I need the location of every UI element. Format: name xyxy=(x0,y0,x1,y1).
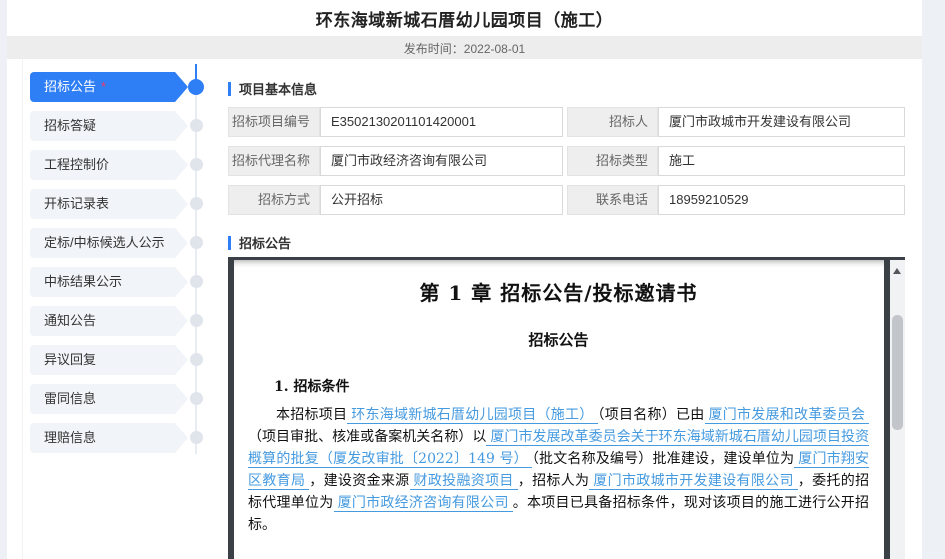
timeline-dot-icon xyxy=(190,236,203,249)
doc-text: （项目审批、核准或备案机关名称）以 xyxy=(248,429,486,445)
page-background: 环东海域新城石厝幼儿园项目（施工） 发布时间：2022-08-01 招标公告 * … xyxy=(0,0,945,559)
sidebar-item-label: 中标结果公示 xyxy=(44,274,122,289)
table-row: 招标方式公开招标联系电话18959210529 xyxy=(228,185,905,215)
field-value: 施工 xyxy=(658,146,905,176)
section-title: 项目基本信息 xyxy=(239,79,317,98)
sidebar-row: 工程控制价 xyxy=(30,150,212,180)
sidebar-row: 雷同信息 xyxy=(30,384,212,414)
timeline-dot-icon xyxy=(190,197,203,210)
timeline-dot-icon xyxy=(188,79,204,95)
doc-link[interactable]: 厦门市发展和改革委员会 xyxy=(705,407,870,424)
timeline-dot-icon xyxy=(190,392,203,405)
field-label: 招标代理名称 xyxy=(228,146,320,176)
field-value: 公开招标 xyxy=(320,185,563,215)
sidebar-item-label: 招标答疑 xyxy=(44,118,96,133)
sidebar-row: 中标结果公示 xyxy=(30,267,212,297)
sidebar-item-label: 工程控制价 xyxy=(44,157,109,172)
basic-info-section-header: 项目基本信息 xyxy=(228,79,317,98)
sidebar-nav: 招标公告 * 招标答疑 工程控制价 开标记录表 定标/中标候选人公示 中标结果公示… xyxy=(30,72,212,453)
sidebar-item-label: 招标公告 xyxy=(44,79,96,94)
field-label: 招标人 xyxy=(567,107,658,137)
sidebar-row: 通知公告 xyxy=(30,306,212,336)
field-label: 招标方式 xyxy=(228,185,320,215)
doc-chapter-title: 第 1 章 招标公告/投标邀请书 xyxy=(248,277,869,306)
table-row: 招标项目编号E3502130201101420001招标人厦门市政城市开发建设有… xyxy=(228,107,905,137)
sidebar-item[interactable]: 开标记录表 xyxy=(30,189,188,219)
sidebar-item[interactable]: 定标/中标候选人公示 xyxy=(30,228,188,258)
sidebar-item[interactable]: 理赔信息 xyxy=(30,423,188,453)
field-label: 招标项目编号 xyxy=(228,107,320,137)
sidebar-item-label: 开标记录表 xyxy=(44,196,109,211)
doc-text: ，招标人为 xyxy=(518,473,590,489)
doc-link[interactable]: 厦门市政城市开发建设有限公司 xyxy=(589,473,797,490)
scrollbar-thumb[interactable] xyxy=(892,315,903,430)
publish-time-text: 发布时间：2022-08-01 xyxy=(404,40,525,57)
section-accent-bar xyxy=(228,236,231,250)
section-accent-bar xyxy=(228,82,231,96)
field-value: 18959210529 xyxy=(658,185,905,215)
sidebar-item-label: 理赔信息 xyxy=(44,430,96,445)
title-bar: 环东海域新城石厝幼儿园项目（施工） xyxy=(7,0,922,37)
announcement-paragraph: 本招标项目环东海域新城石厝幼儿园项目（施工）（项目名称）已由厦门市发展和改革委员… xyxy=(248,404,869,536)
sidebar-item-label: 雷同信息 xyxy=(44,391,96,406)
sidebar-item[interactable]: 异议回复 xyxy=(30,345,188,375)
sidebar-row: 理赔信息 xyxy=(30,423,212,453)
sidebar-item-label: 通知公告 xyxy=(44,313,96,328)
sidebar-row: 招标公告 * xyxy=(30,72,212,102)
sidebar-row: 定标/中标候选人公示 xyxy=(30,228,212,258)
doc-clause-heading: 1. 招标条件 xyxy=(274,376,869,396)
required-asterisk-icon: * xyxy=(101,79,106,94)
timeline-dot-icon xyxy=(190,158,203,171)
sidebar-item[interactable]: 招标公告 * xyxy=(30,72,188,102)
doc-link[interactable]: 环东海域新城石厝幼儿园项目（施工） xyxy=(347,407,597,424)
doc-text: ，建设资金来源 xyxy=(309,473,409,489)
document-viewer: 第 1 章 招标公告/投标邀请书 招标公告 1. 招标条件 本招标项目环东海域新… xyxy=(228,257,905,559)
content-card: 环东海域新城石厝幼儿园项目（施工） 发布时间：2022-08-01 招标公告 * … xyxy=(7,0,922,559)
sidebar-row: 开标记录表 xyxy=(30,189,212,219)
sidebar-item[interactable]: 通知公告 xyxy=(30,306,188,336)
publish-time-bar: 发布时间：2022-08-01 xyxy=(7,37,922,59)
doc-text: （批文名称及编号）批准建设，建设单位为 xyxy=(532,451,794,467)
timeline-dot-icon xyxy=(190,314,203,327)
sidebar-item[interactable]: 工程控制价 xyxy=(30,150,188,180)
sidebar-item[interactable]: 招标答疑 xyxy=(30,111,188,141)
doc-link[interactable]: 厦门市政经济咨询有限公司 xyxy=(334,495,513,512)
field-label: 招标类型 xyxy=(567,146,658,176)
field-value: E3502130201101420001 xyxy=(320,107,563,137)
sidebar-item-label: 定标/中标候选人公示 xyxy=(44,235,165,250)
field-label: 联系电话 xyxy=(567,185,658,215)
page-title: 环东海域新城石厝幼儿园项目（施工） xyxy=(316,6,614,31)
sidebar-item[interactable]: 雷同信息 xyxy=(30,384,188,414)
field-value: 厦门市政经济咨询有限公司 xyxy=(320,146,563,176)
timeline-dot-icon xyxy=(190,275,203,288)
field-value: 厦门市政城市开发建设有限公司 xyxy=(658,107,905,137)
announcement-section-header: 招标公告 xyxy=(228,233,291,252)
section-title: 招标公告 xyxy=(239,233,291,252)
basic-info-table: 招标项目编号E3502130201101420001招标人厦门市政城市开发建设有… xyxy=(228,107,905,215)
sidebar-row: 招标答疑 xyxy=(30,111,212,141)
left-divider xyxy=(22,59,23,559)
sidebar-item-label: 异议回复 xyxy=(44,352,96,367)
doc-text: （项目名称）已由 xyxy=(598,407,705,423)
table-row: 招标代理名称厦门市政经济咨询有限公司招标类型施工 xyxy=(228,146,905,176)
doc-text: 本招标项目 xyxy=(276,407,347,423)
sidebar-item[interactable]: 中标结果公示 xyxy=(30,267,188,297)
document-page: 第 1 章 招标公告/投标邀请书 招标公告 1. 招标条件 本招标项目环东海域新… xyxy=(234,260,884,559)
timeline-dot-icon xyxy=(190,119,203,132)
timeline-dot-icon xyxy=(190,431,203,444)
doc-link[interactable]: 财政投融资项目 xyxy=(410,473,518,490)
timeline-dot-icon xyxy=(190,353,203,366)
doc-subtitle: 招标公告 xyxy=(248,329,869,350)
sidebar-row: 异议回复 xyxy=(30,345,212,375)
document-scrollbar[interactable] xyxy=(890,260,905,559)
scroll-up-icon[interactable] xyxy=(893,268,901,274)
